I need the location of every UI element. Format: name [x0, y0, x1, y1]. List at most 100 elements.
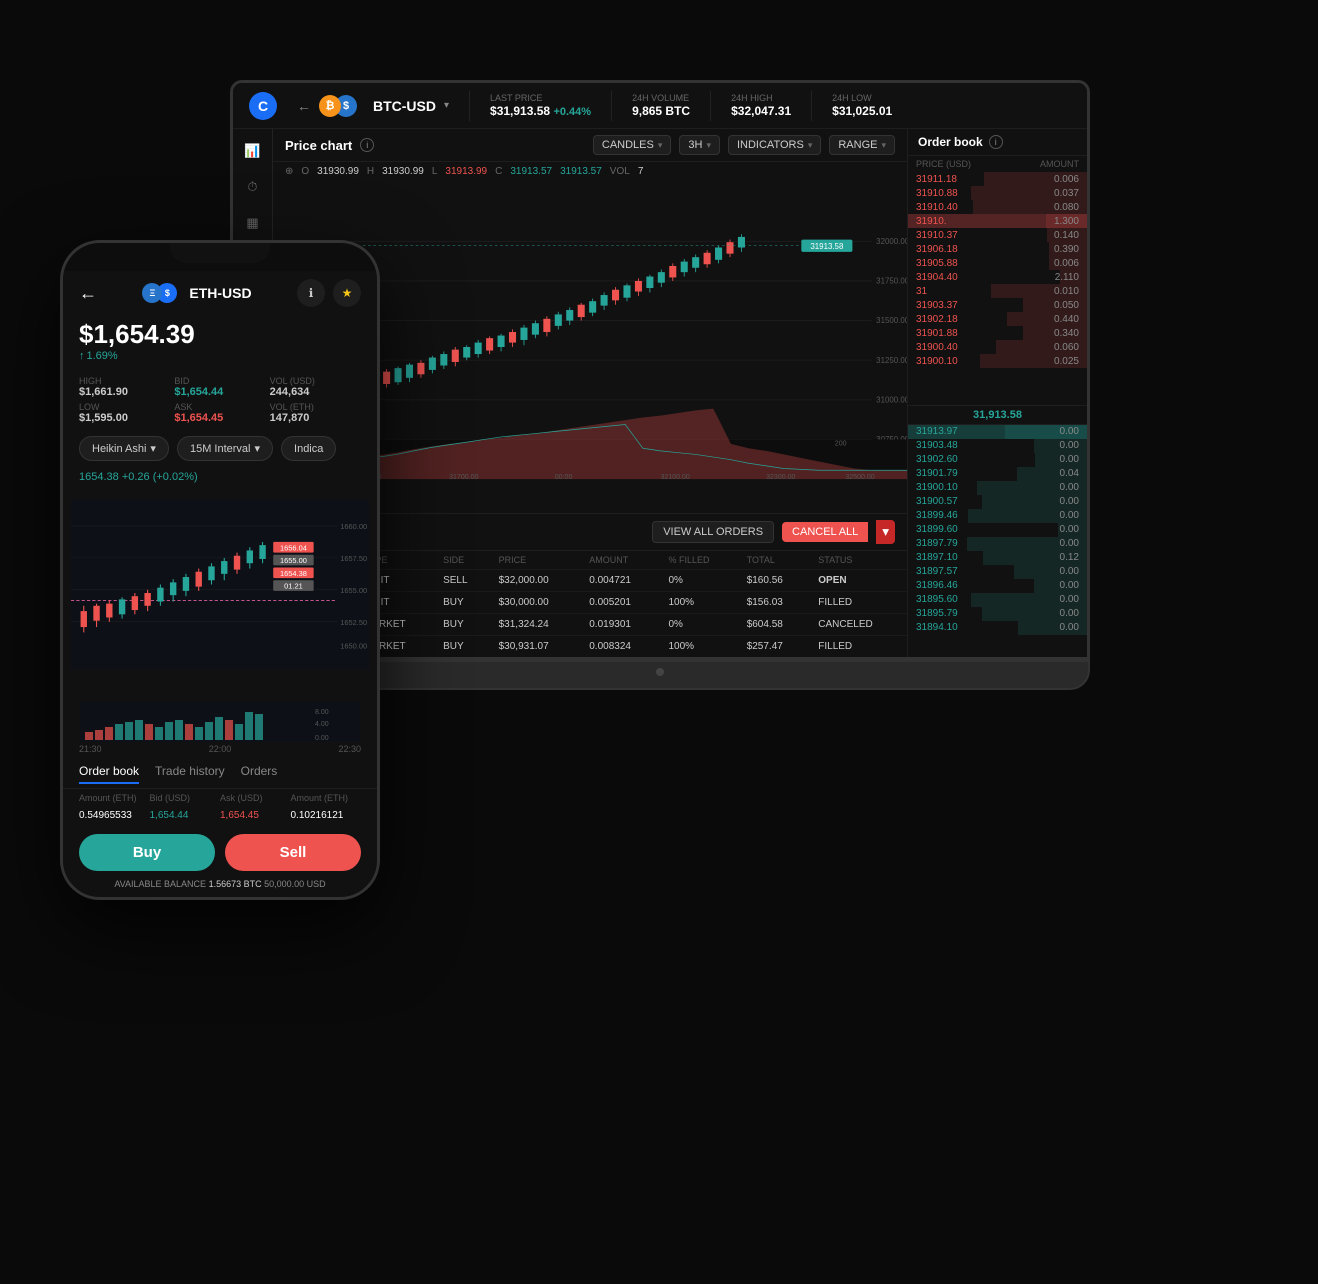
ob-price: 31902.60 — [916, 454, 958, 465]
ob-bid-row[interactable]: 31896.460.00 — [908, 579, 1087, 593]
ob-ask-row[interactable]: 31902.180.440 — [908, 312, 1087, 326]
ob-bid-row[interactable]: 31902.600.00 — [908, 453, 1087, 467]
ob-bid-row[interactable]: 31901.790.04 — [908, 467, 1087, 481]
ob-col-headers: PRICE (USD) AMOUNT — [908, 156, 1087, 172]
ob-info-icon[interactable]: i — [989, 135, 1003, 149]
ob-bid-row[interactable]: 31899.600.00 — [908, 523, 1087, 537]
phone-ob-row: 0.54965533 1,654.44 1,654.45 0.10216121 — [63, 807, 377, 824]
phone-vol-usd-stat: VOL (USD) 244,634 — [270, 376, 361, 398]
volume-label: 24H VOLUME — [632, 93, 690, 103]
ob-ask-row[interactable]: 31910.880.037 — [908, 186, 1087, 200]
ob-ask-row[interactable]: 31910.370.140 — [908, 228, 1087, 242]
indicators-button[interactable]: INDICATORS ▾ — [728, 135, 821, 155]
ob-bid-row[interactable]: 31895.790.00 — [908, 607, 1087, 621]
phone-back-icon[interactable]: ← — [79, 283, 97, 304]
x-label-3: 22:30 — [338, 744, 361, 754]
divider3 — [710, 91, 711, 121]
sell-button[interactable]: Sell — [225, 834, 361, 871]
high-value: $32,047.31 — [731, 104, 791, 118]
chart-info-icon[interactable]: i — [360, 138, 374, 152]
ob-bid-row[interactable]: 31900.100.00 — [908, 481, 1087, 495]
ob-bid-row[interactable]: 31913.970.00 — [908, 425, 1087, 439]
range-dropdown-icon: ▾ — [881, 140, 886, 151]
ob-col-4: Amount (ETH) — [291, 793, 362, 803]
ob-price: 31896.46 — [916, 580, 958, 591]
order-side: BUY — [435, 592, 491, 614]
ob-bid-row[interactable]: 31900.570.00 — [908, 495, 1087, 509]
chart-type-button[interactable]: Heikin Ashi ▾ — [79, 436, 169, 461]
sidebar-bars-icon[interactable]: ▦ — [243, 213, 263, 233]
ob-price: 31900.10 — [916, 482, 958, 493]
cancel-all-button[interactable]: CANCEL ALL — [782, 522, 868, 542]
interval-button[interactable]: 3H ▾ — [679, 135, 720, 155]
l-value: 31913.99 — [445, 166, 487, 177]
col-amount: AMOUNT — [581, 551, 660, 570]
ob-bid-row[interactable]: 31895.600.00 — [908, 593, 1087, 607]
view-all-orders-button[interactable]: VIEW ALL ORDERS — [652, 521, 774, 543]
btc-icon: ₿ — [319, 95, 341, 117]
pair-dropdown-icon[interactable]: ▾ — [444, 100, 449, 111]
ob-ask-row[interactable]: 31904.402.110 — [908, 270, 1087, 284]
ob-ask-row[interactable]: 31900.400.060 — [908, 340, 1087, 354]
ob-bid-row[interactable]: 31894.100.00 — [908, 621, 1087, 635]
ob-bid-row[interactable]: 31903.480.00 — [908, 439, 1087, 453]
tab-orders[interactable]: Orders — [241, 764, 278, 784]
ob-bid-row[interactable]: 31899.460.00 — [908, 509, 1087, 523]
phone-coin-icons: Ξ $ — [142, 283, 177, 303]
range-button[interactable]: RANGE ▾ — [829, 135, 895, 155]
ob-ask-row[interactable]: 31905.880.006 — [908, 256, 1087, 270]
svg-text:1654.38: 1654.38 — [280, 569, 307, 578]
svg-text:31750.00: 31750.00 — [876, 277, 907, 286]
pair-info: ← ₿ $ BTC-USD ▾ — [297, 95, 449, 117]
cancel-dropdown-icon[interactable]: ▾ — [876, 520, 895, 544]
tab-trade-history[interactable]: Trade history — [155, 764, 225, 784]
ob-ask-row[interactable]: 310.010 — [908, 284, 1087, 298]
phone-star-button[interactable]: ★ — [333, 279, 361, 307]
ob-spread: 31,913.58 — [908, 405, 1087, 425]
svg-text:8.00: 8.00 — [315, 709, 329, 716]
back-arrow-icon[interactable]: ← — [297, 98, 311, 114]
phone-ask-stat: ASK $1,654.45 — [174, 402, 265, 424]
candles-button[interactable]: CANDLES ▾ — [593, 135, 672, 155]
ob-ask-row[interactable]: 31911.180.006 — [908, 172, 1087, 186]
order-price: $30,000.00 — [491, 592, 582, 614]
sidebar-chart-icon[interactable]: 📊 — [243, 141, 263, 161]
ob-ask: 1,654.45 — [220, 810, 291, 821]
trading-pair[interactable]: BTC-USD — [373, 98, 436, 114]
c-value2: 31913.57 — [560, 166, 602, 177]
ob-ask-row[interactable]: 31910.1.300 — [908, 214, 1087, 228]
coin-icons: ₿ $ — [319, 95, 357, 117]
ob-bid-row[interactable]: 31897.790.00 — [908, 537, 1087, 551]
ob-ask-row[interactable]: 31910.400.080 — [908, 200, 1087, 214]
indicator-button[interactable]: Indica — [281, 436, 336, 461]
ob-amount: 1.300 — [1054, 216, 1079, 227]
svg-text:1650.00: 1650.00 — [340, 641, 367, 650]
price-change: +0.44% — [553, 106, 591, 118]
ob-bid-row[interactable]: 31897.100.12 — [908, 551, 1087, 565]
divider — [469, 91, 470, 121]
vol-value: 7 — [638, 166, 644, 177]
ob-ask-row[interactable]: 31906.180.390 — [908, 242, 1087, 256]
svg-text:31250.00: 31250.00 — [876, 356, 907, 365]
ob-ask-row[interactable]: 31900.100.025 — [908, 354, 1087, 368]
ism-interval-button[interactable]: 15M Interval ▾ — [177, 436, 273, 461]
ob-amount: 0.060 — [1054, 342, 1079, 353]
high-label: 24H HIGH — [731, 93, 791, 103]
ob-ask-row[interactable]: 31903.370.050 — [908, 298, 1087, 312]
ob-bid-row[interactable]: 31897.570.00 — [908, 565, 1087, 579]
ob-amount: 0.025 — [1054, 356, 1079, 367]
ob-price: 31903.37 — [916, 300, 958, 311]
buy-button[interactable]: Buy — [79, 834, 215, 871]
sidebar-clock-icon[interactable]: ⏱ — [243, 177, 263, 197]
phone-info-button[interactable]: ℹ — [297, 279, 325, 307]
ob-ask-row[interactable]: 31901.880.340 — [908, 326, 1087, 340]
ob-amount: 0.006 — [1054, 174, 1079, 185]
ob-price: 31897.79 — [916, 538, 958, 549]
ob-amount: 2.110 — [1055, 272, 1079, 283]
c-value: 31913.57 — [510, 166, 552, 177]
ob-col-2: Bid (USD) — [150, 793, 221, 803]
ob-amount: 0.00 — [1060, 622, 1079, 633]
order-amount: 0.019301 — [581, 614, 660, 636]
tab-order-book[interactable]: Order book — [79, 764, 139, 784]
phone-action-buttons-row: Buy Sell — [63, 824, 377, 877]
